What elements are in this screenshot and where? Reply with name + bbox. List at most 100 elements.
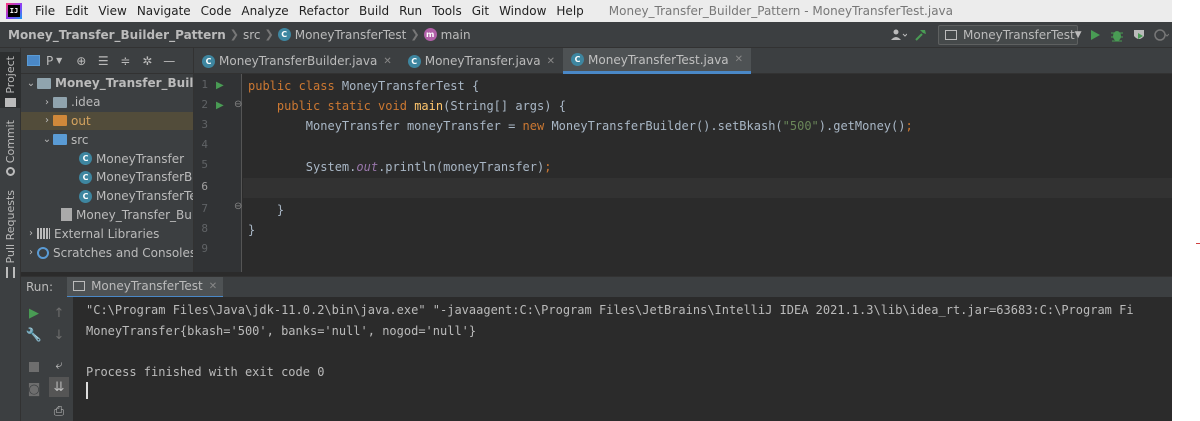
folder-icon (5, 97, 16, 107)
code-keyword: public static void (276, 99, 415, 113)
module-file-icon (61, 208, 72, 222)
tool-tab-project[interactable]: Project (0, 52, 21, 108)
code-line: } (243, 200, 1172, 220)
user-icon[interactable] (888, 25, 910, 45)
close-icon[interactable]: ✕ (735, 54, 743, 65)
scroll-up-icon[interactable]: ↑ (49, 303, 69, 323)
menu-analyze[interactable]: Analyze (236, 4, 293, 18)
tree-item-moneytransfer[interactable]: C MoneyTransfer (21, 149, 193, 168)
gear-icon[interactable]: ✲ (139, 53, 155, 69)
print-icon[interactable]: ⎙ (49, 401, 69, 421)
close-icon[interactable]: ✕ (383, 56, 391, 67)
breadcrumb-method[interactable]: m main (423, 28, 471, 42)
menu-bar: IJ File Edit View Navigate Code Analyze … (0, 0, 1172, 22)
tree-item-project[interactable]: ⌄ Money_Transfer_Builder_P (21, 74, 193, 93)
menu-file[interactable]: File (30, 4, 60, 18)
tree-item-iml[interactable]: Money_Transfer_Builder (21, 206, 193, 225)
build-hammer-icon[interactable] (910, 25, 932, 45)
menu-view[interactable]: View (93, 4, 131, 18)
menu-tools[interactable]: Tools (427, 4, 467, 18)
tree-item-moneytransferbuilder[interactable]: C MoneyTransferBuild (21, 168, 193, 187)
menu-build[interactable]: Build (354, 4, 394, 18)
tool-tab-commit-label: Commit (4, 120, 17, 164)
locate-icon[interactable]: ⊕ (73, 53, 89, 69)
breadcrumb-src[interactable]: src (243, 28, 261, 42)
profile-icon[interactable] (1150, 25, 1172, 45)
tree-item-out[interactable]: › out (21, 111, 193, 131)
rerun-icon[interactable]: ▶ (24, 303, 44, 323)
line-number: 9 (201, 242, 208, 255)
run-gutter-icon[interactable]: ▶ (216, 100, 224, 111)
tab-moneytransferbuilder[interactable]: C MoneyTransferBuilder.java ✕ (194, 48, 400, 74)
code-editor[interactable]: public class MoneyTransferTest { public … (243, 74, 1172, 272)
camera-icon[interactable]: ◙ (24, 379, 44, 399)
tool-tab-pull-requests[interactable]: Pull Requests (0, 190, 21, 278)
line-number: 3 (201, 118, 208, 131)
menu-help[interactable]: Help (551, 4, 588, 18)
project-view-icon[interactable] (27, 55, 40, 66)
edge-artifact (1196, 243, 1200, 244)
line-number: 1 (201, 78, 208, 91)
code-keyword: public class (248, 79, 342, 93)
expand-all-icon[interactable]: ≑ (117, 53, 133, 69)
menu-refactor[interactable]: Refactor (294, 4, 354, 18)
run-panel-header: Run: MoneyTransferTest ✕ (21, 276, 1172, 298)
run-gutter-icon[interactable]: ▶ (216, 80, 224, 91)
code-text: .println(moneyTransfer) (378, 160, 545, 174)
chevron-down-icon[interactable]: ▼ (55, 53, 63, 69)
tree-item-scratches[interactable]: › Scratches and Consoles (21, 243, 193, 262)
fold-icon[interactable]: ⊖ (234, 99, 242, 110)
coverage-icon[interactable] (1128, 25, 1150, 45)
settings-wrench-icon[interactable]: 🔧 (24, 325, 44, 345)
tree-item-moneytransfertest[interactable]: C MoneyTransferTest (21, 187, 193, 206)
run-panel-label: Run: (26, 280, 54, 294)
scroll-to-end-icon[interactable]: ⇊ (49, 377, 69, 397)
debug-icon[interactable] (1106, 25, 1128, 45)
menu-git[interactable]: Git (467, 4, 494, 18)
chevron-down-icon[interactable]: ⌄ (41, 134, 53, 145)
class-icon: C (407, 54, 421, 68)
tab-label: MoneyTransferTest.java (588, 52, 729, 67)
tree-item-external-libraries[interactable]: › External Libraries (21, 224, 193, 243)
run-tab-moneytransfertest[interactable]: MoneyTransferTest ✕ (67, 276, 224, 298)
close-icon[interactable]: ✕ (547, 56, 555, 67)
chevron-right-icon[interactable]: › (25, 247, 37, 258)
breadcrumb-separator-icon: ❯ (264, 28, 274, 41)
window-title: Money_Transfer_Builder_Pattern - MoneyTr… (608, 4, 953, 18)
tool-tab-commit[interactable]: Commit (0, 120, 21, 184)
collapse-all-icon[interactable]: ☰ (95, 53, 111, 69)
fold-icon[interactable]: ⊖ (234, 201, 242, 212)
hide-icon[interactable]: — (161, 53, 177, 69)
chevron-right-icon[interactable]: › (25, 228, 37, 239)
scroll-down-icon[interactable]: ↓ (49, 325, 69, 345)
ide-window: IJ File Edit View Navigate Code Analyze … (0, 0, 1172, 421)
run-icon[interactable] (1084, 25, 1106, 45)
tree-item-src[interactable]: ⌄ src (21, 130, 193, 149)
tree-item-label: MoneyTransferBuild (96, 170, 193, 185)
tree-item-idea[interactable]: › .idea (21, 93, 193, 112)
project-view-label[interactable]: P (46, 54, 53, 68)
stop-icon[interactable] (24, 357, 44, 377)
tree-item-label: Scratches and Consoles (53, 245, 194, 260)
menu-code[interactable]: Code (196, 4, 237, 18)
chevron-right-icon[interactable]: › (41, 115, 53, 126)
run-console[interactable]: "C:\Program Files\Java\jdk-11.0.2\bin\ja… (73, 297, 1172, 421)
close-icon[interactable]: ✕ (209, 281, 217, 292)
code-function: main (414, 99, 444, 113)
tab-moneytransfertest[interactable]: C MoneyTransferTest.java ✕ (563, 48, 752, 74)
breadcrumb-class[interactable]: C MoneyTransferTest (277, 28, 406, 42)
tree-item-label: MoneyTransferTest (96, 189, 193, 204)
commit-icon (6, 167, 15, 177)
menu-window[interactable]: Window (494, 4, 551, 18)
chevron-down-icon[interactable]: ⌄ (25, 78, 37, 89)
run-configuration-select[interactable]: MoneyTransferTest ▼ (938, 25, 1082, 45)
breadcrumb-separator-icon: ❯ (410, 28, 420, 41)
soft-wrap-icon[interactable]: ⤶ (49, 355, 69, 375)
menu-edit[interactable]: Edit (60, 4, 93, 18)
menu-run[interactable]: Run (394, 4, 427, 18)
code-text: System. (305, 160, 357, 174)
chevron-right-icon[interactable]: › (41, 97, 53, 108)
tab-moneytransfer[interactable]: C MoneyTransfer.java ✕ (400, 48, 563, 74)
menu-navigate[interactable]: Navigate (132, 4, 196, 18)
breadcrumb-project[interactable]: Money_Transfer_Builder_Pattern (8, 28, 226, 42)
